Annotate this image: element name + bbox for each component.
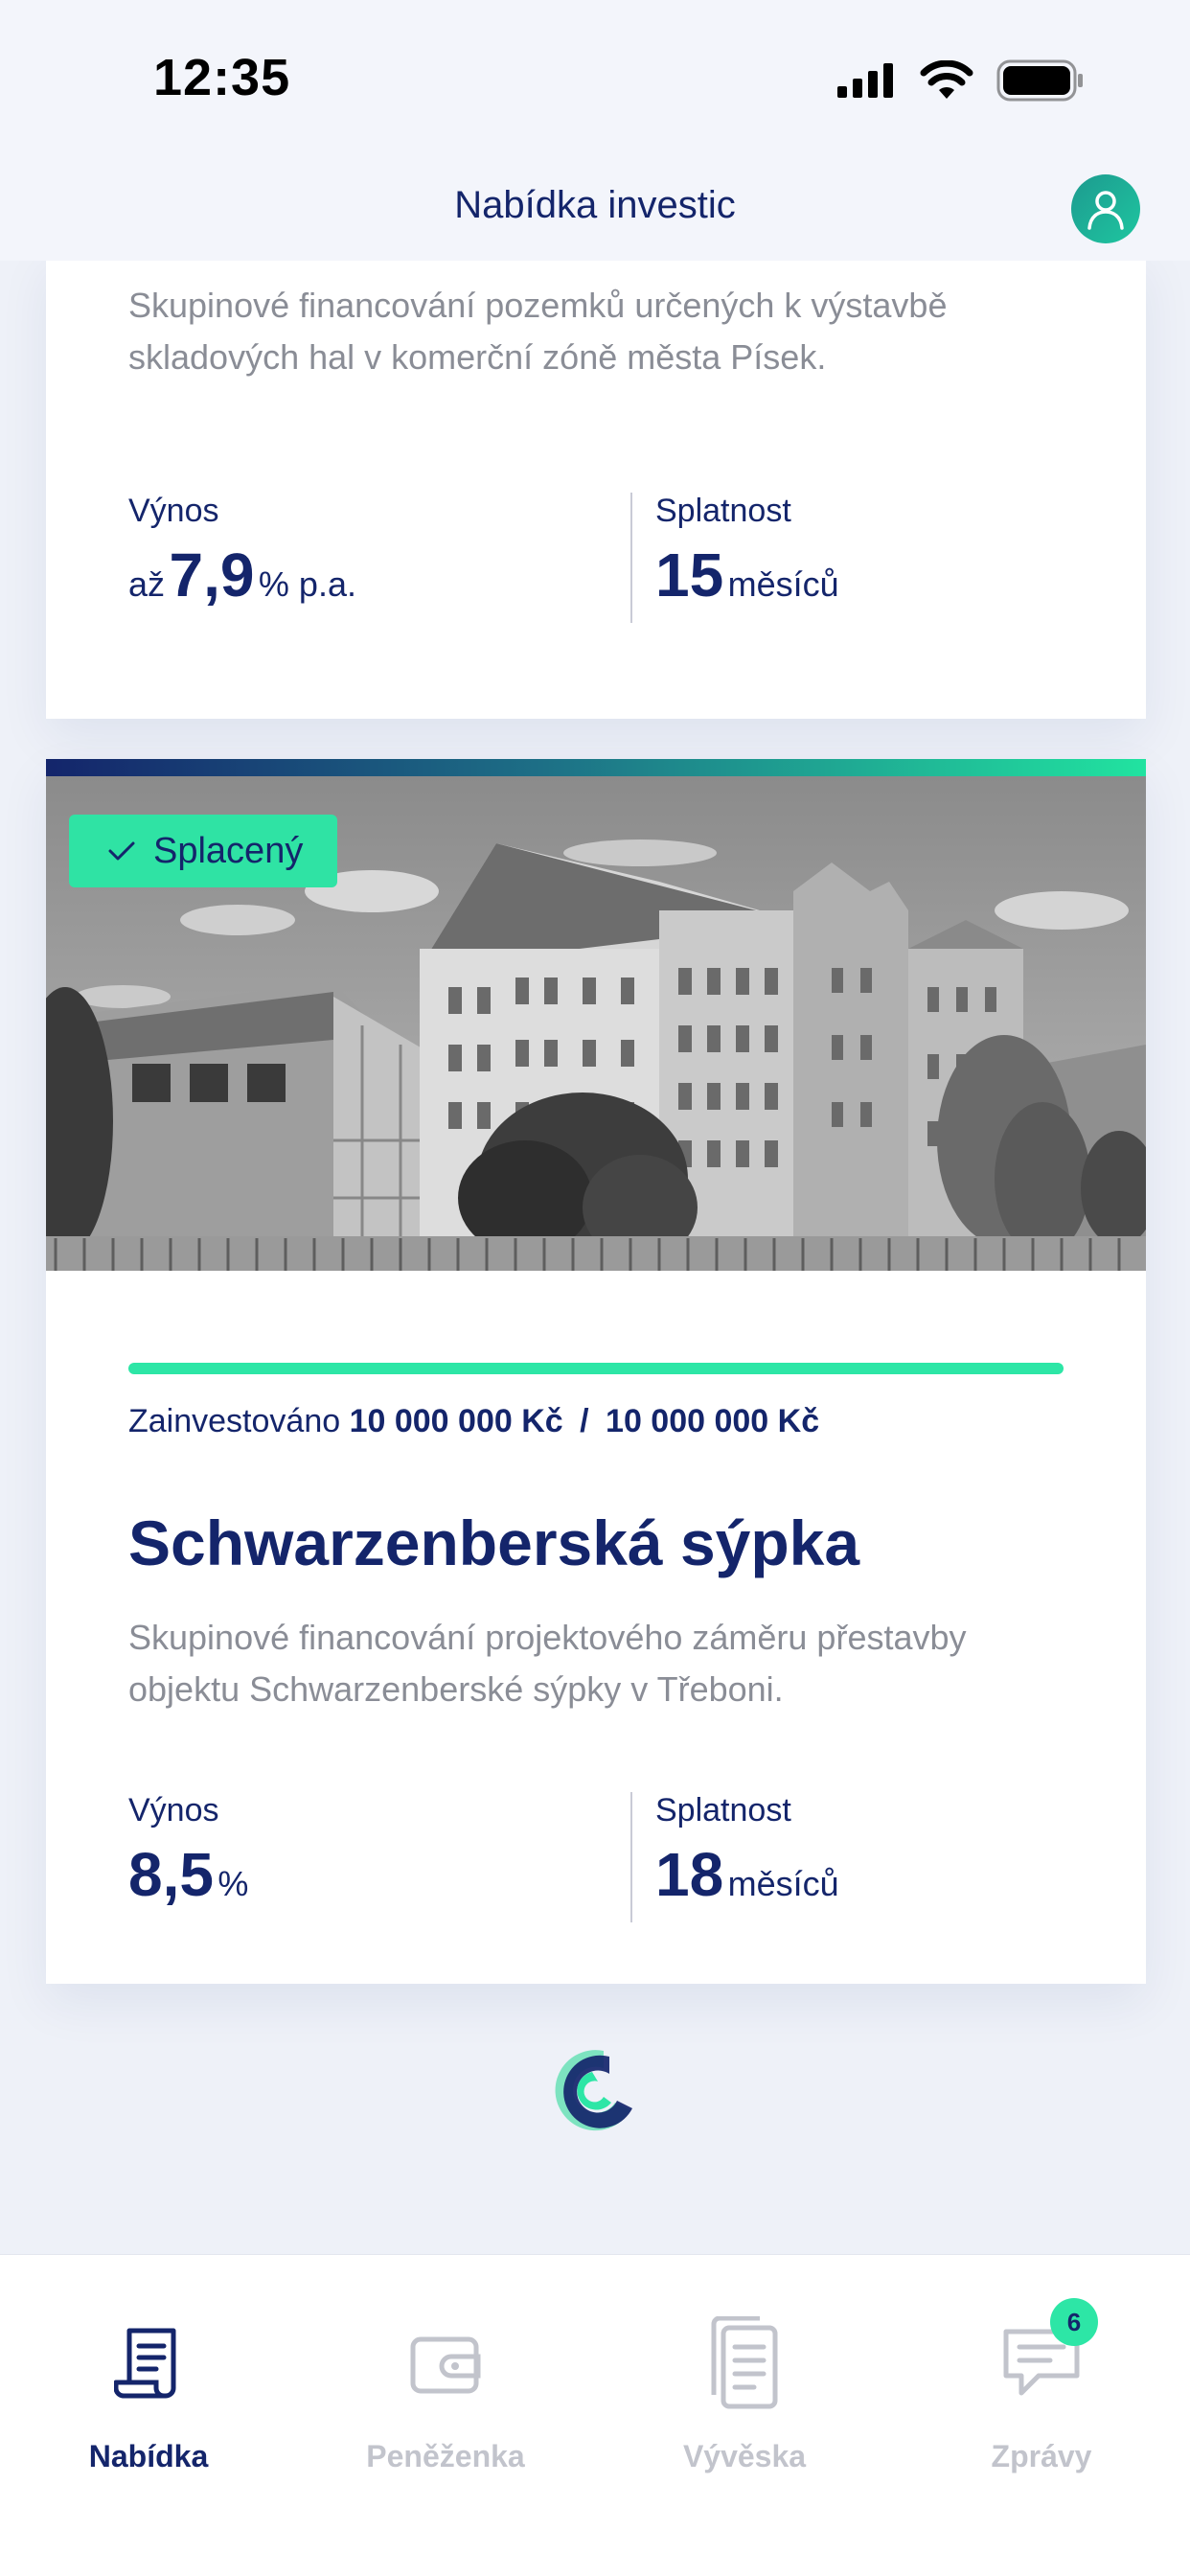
status-badge: Splacený: [69, 815, 338, 887]
investment-progress-bar: [128, 1363, 1064, 1374]
invested-label: Zainvestováno: [128, 1403, 341, 1439]
tab-vyveska[interactable]: Vývěska: [629, 2311, 859, 2474]
metric-divider: [630, 493, 632, 623]
yield-unit: %: [217, 1864, 249, 1903]
tab-label: Peněženka: [366, 2439, 525, 2473]
offer-card[interactable]: Splacený Zainvestováno 10 000 000 Kč / 1…: [46, 759, 1146, 1984]
yield-label: Výnos: [128, 493, 219, 529]
wallet-icon: [410, 2336, 481, 2394]
card-accent-bar: [46, 759, 1146, 776]
metric-divider: [630, 1792, 632, 1922]
tab-label: Zprávy: [991, 2439, 1092, 2473]
tab-label: Vývěska: [682, 2439, 807, 2473]
page-title: Nabídka investic: [454, 184, 736, 226]
tab-bar: Nabídka Peněženka Vývěska Zprávy: [0, 2254, 1190, 2576]
yield-value: 7,9: [169, 540, 255, 610]
tab-nabidka[interactable]: Nabídka: [34, 2311, 263, 2474]
document-scroll-icon: [114, 2328, 176, 2399]
maturity-label: Splatnost: [655, 1792, 791, 1828]
maturity-value: 15: [655, 540, 724, 610]
messages-badge: 6: [1050, 2298, 1098, 2346]
yield-prefix: až: [128, 564, 166, 604]
documents-icon: [711, 2316, 778, 2409]
maturity-metric: Splatnost 18 měsíců: [655, 1792, 839, 1910]
tab-zpravy[interactable]: Zprávy: [927, 2311, 1156, 2474]
yield-metric: Výnos až 7,9 % p.a.: [128, 493, 356, 610]
offer-description: Skupinové financování projektového záměr…: [128, 1618, 967, 1709]
offer-description: Skupinové financování pozemků určených k…: [128, 286, 948, 377]
project-photo: Splacený: [46, 776, 1146, 1271]
status-bar: 12:35: [0, 0, 1190, 153]
maturity-unit: měsíců: [727, 564, 839, 604]
yield-value-row: až 7,9 % p.a.: [128, 540, 356, 610]
maturity-value-row: 18 měsíců: [655, 1839, 839, 1910]
user-avatar-icon: [1087, 191, 1124, 230]
yield-value-row: 8,5 %: [128, 1839, 248, 1910]
tab-label: Nabídka: [88, 2439, 209, 2473]
offer-metrics: Výnos až 7,9 % p.a. Splatnost 15 měsíců: [128, 493, 1087, 623]
checkmark-icon: [108, 841, 135, 861]
yield-metric: Výnos 8,5 %: [128, 1792, 248, 1910]
maturity-value-row: 15 měsíců: [655, 540, 839, 610]
maturity-value: 18: [655, 1840, 724, 1909]
yield-label: Výnos: [128, 1792, 219, 1828]
header: Nabídka investic: [0, 153, 1190, 261]
tab-penezenka[interactable]: Peněženka: [331, 2311, 561, 2474]
maturity-unit: měsíců: [727, 1864, 839, 1903]
offer-metrics: Výnos 8,5 % Splatnost 18 měsíců: [128, 1792, 1087, 1922]
offers-list[interactable]: Skupinové financování pozemků určených k…: [0, 261, 1190, 2254]
yield-unit: % p.a.: [258, 564, 356, 604]
wifi-icon: [920, 60, 973, 99]
target-amount: 10 000 000 Kč: [606, 1403, 820, 1439]
maturity-label: Splatnost: [655, 493, 791, 529]
status-time: 12:35: [153, 49, 291, 106]
yield-value: 8,5: [128, 1840, 214, 1909]
offer-card[interactable]: Skupinové financování pozemků určených k…: [46, 261, 1146, 719]
app-logo-icon: [555, 2050, 632, 2131]
invested-amount: 10 000 000 Kč: [349, 1403, 563, 1439]
cellular-signal-icon: [837, 63, 893, 98]
profile-button[interactable]: [1071, 174, 1140, 243]
investment-progress-text: Zainvestováno 10 000 000 Kč / 10 000 000…: [128, 1403, 819, 1440]
status-icons: [835, 59, 1085, 102]
maturity-metric: Splatnost 15 měsíců: [655, 493, 839, 610]
battery-icon: [996, 59, 1083, 102]
invested-separator: /: [580, 1403, 589, 1439]
project-title: Schwarzenberská sýpka: [128, 1507, 860, 1578]
status-badge-label: Splacený: [153, 830, 304, 871]
